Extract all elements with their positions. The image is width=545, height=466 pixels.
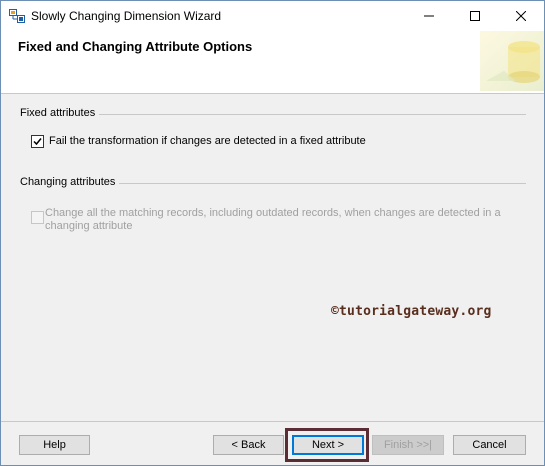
fail-transformation-checkbox[interactable] [31,135,44,148]
next-button-highlight [285,428,369,462]
checkmark-icon [33,138,42,146]
watermark: ©tutorialgateway.org [331,304,492,319]
title-bar: Slowly Changing Dimension Wizard [1,1,544,31]
back-button[interactable]: < Back [213,435,284,455]
fixed-attributes-group-label: Fixed attributes [20,107,96,119]
changing-attributes-divider [119,183,526,184]
maximize-icon [470,11,480,21]
change-matching-records-checkbox[interactable] [31,211,44,224]
fixed-attributes-divider [99,114,526,115]
fail-transformation-label[interactable]: Fail the transformation if changes are d… [49,135,366,148]
minimize-button[interactable] [406,1,452,31]
wizard-header: Fixed and Changing Attribute Options [1,31,544,94]
page-title: Fixed and Changing Attribute Options [18,39,253,54]
footer-divider [1,421,544,422]
app-icon [9,9,25,23]
maximize-button[interactable] [452,1,498,31]
close-icon [516,11,526,21]
changing-attributes-group-label: Changing attributes [20,176,116,188]
close-button[interactable] [498,1,544,31]
finish-button[interactable]: Finish >>| [372,435,444,455]
help-button[interactable]: Help [19,435,90,455]
change-matching-records-label-line1: Change all the matching records, includi… [45,207,501,219]
window-title: Slowly Changing Dimension Wizard [31,9,222,23]
change-matching-records-label-line2: changing attribute [45,220,133,232]
cancel-button[interactable]: Cancel [453,435,526,455]
minimize-icon [424,15,434,17]
wizard-window: Slowly Changing Dimension Wizard Fixed a… [0,0,545,466]
wizard-banner-icon [480,31,544,91]
